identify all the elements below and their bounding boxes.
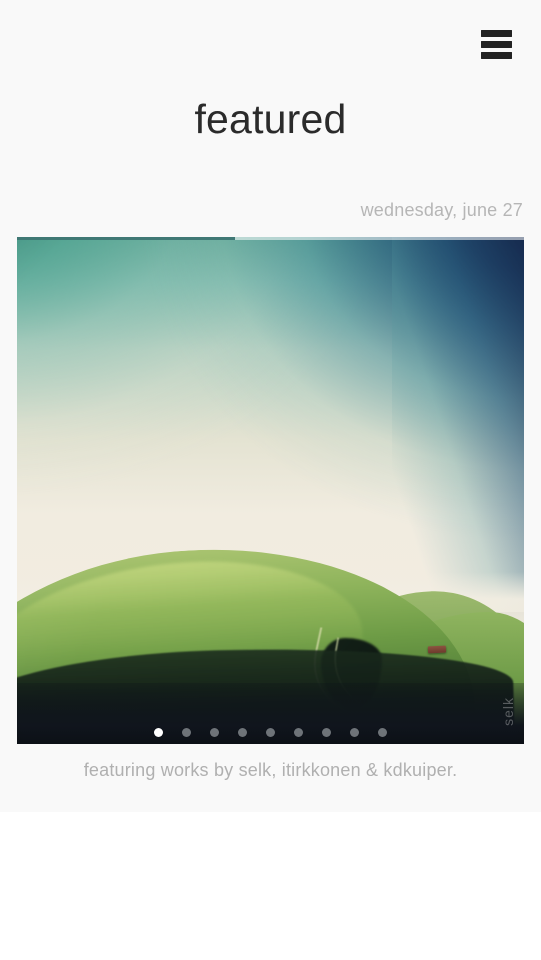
carousel-dot-2[interactable] <box>182 728 191 737</box>
carousel-dot-6[interactable] <box>294 728 303 737</box>
carousel-dot-8[interactable] <box>350 728 359 737</box>
date-label: wednesday, june 27 <box>360 200 523 220</box>
featured-image-carousel[interactable]: selk <box>17 237 524 744</box>
featured-photo[interactable] <box>17 237 524 744</box>
hamburger-menu-icon[interactable] <box>474 24 512 64</box>
media-progress-bar <box>17 237 524 240</box>
photographer-watermark: selk <box>500 697 516 726</box>
app-header <box>0 0 541 90</box>
carousel-dot-3[interactable] <box>210 728 219 737</box>
media-progress-fill <box>17 237 235 240</box>
app-root: featured wednesday, june 27 selk featuri <box>0 0 541 960</box>
page-title: featured <box>194 96 347 142</box>
carousel-dot-9[interactable] <box>378 728 387 737</box>
menu-bar-middle <box>481 40 512 48</box>
photo-vignette <box>17 237 524 744</box>
featured-caption: featuring works by selk, itirkkonen & kd… <box>83 760 458 780</box>
carousel-dot-5[interactable] <box>266 728 275 737</box>
carousel-pagination[interactable] <box>17 728 524 737</box>
menu-bar-top <box>481 29 512 37</box>
carousel-dot-7[interactable] <box>322 728 331 737</box>
carousel-dot-4[interactable] <box>238 728 247 737</box>
carousel-dot-1[interactable] <box>154 728 163 737</box>
menu-bar-bottom <box>481 51 512 59</box>
